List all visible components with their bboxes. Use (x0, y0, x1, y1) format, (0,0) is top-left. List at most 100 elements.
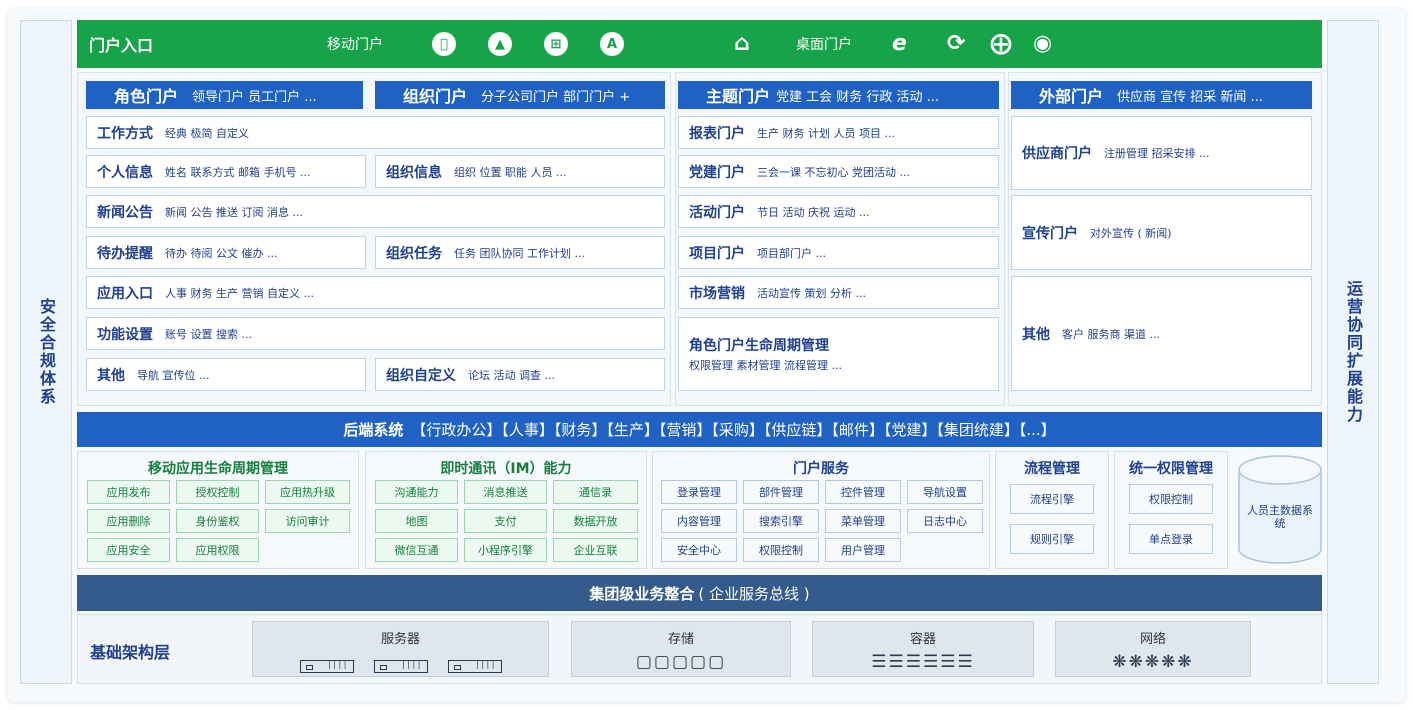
cube-icon: ▢▢▢▢▢ (635, 652, 727, 672)
row-title: 其他 (1022, 326, 1050, 343)
role-portal-header: 角色门户 领导门户 员工门户 ... (86, 81, 363, 109)
theme-portal-title: 主题门户 (706, 87, 771, 106)
permission-cell: 单点登录 (1129, 524, 1213, 554)
backend-systems-bar: 后端系统 【行政办公】【人事】【财务】【生产】【营销】【采购】【供应链】【邮件】… (77, 412, 1322, 447)
org-row: 组织自定义 论坛 活动 调查 ... (375, 358, 665, 391)
row-desc: 项目部门户 ... (757, 246, 826, 260)
row-desc: 节日 活动 庆祝 运动 ... (757, 205, 870, 219)
service-cell: 搜索引擎 (743, 509, 819, 533)
container-icon: ☰☰☰☰☰☰ (871, 652, 975, 672)
service-cell: 内容管理 (661, 509, 737, 533)
external-portal-header: 外部门户 供应商 宣传 招采 新闻 ... (1011, 81, 1312, 109)
service-cell: 安全中心 (661, 538, 737, 562)
operation-collab-label: 运营协同扩展能力 (1344, 280, 1363, 424)
row-desc: 经典 极简 自定义 (165, 126, 249, 140)
role-row: 个人信息 姓名 联系方式 邮箱 手机号 ... (86, 155, 366, 188)
role-row: 其他 导航 宣传位 ... (86, 358, 366, 391)
section-title: 即时通讯（IM）能力 (440, 461, 572, 477)
row-title: 新闻公告 (97, 204, 153, 221)
theme-portal-header: 主题门户 党建 工会 财务 行政 活动 ... (678, 81, 999, 109)
network-label: 网络 (1139, 632, 1166, 647)
service-cell: 菜单管理 (825, 509, 901, 533)
row-title: 应用入口 (97, 285, 153, 302)
row-desc: 姓名 联系方式 邮箱 手机号 ... (165, 165, 311, 179)
capability-cell: 支付 (464, 509, 547, 533)
row-title: 报表门户 (689, 125, 745, 142)
row-title: 工作方式 (97, 125, 153, 142)
role-row: 待办提醒 待办 待阅 公文 催办 ... (86, 236, 366, 269)
process-cell: 流程引擎 (1010, 484, 1094, 514)
theme-row: 党建门户 三会一课 不忘初心 党团活动 ... (678, 155, 999, 188)
row-title: 供应商门户 (1022, 146, 1092, 162)
row-desc: 对外宣传 ( 新闻) (1090, 226, 1172, 240)
service-cell: 权限控制 (743, 538, 819, 562)
portal-entry-bar: 门户入口 移动门户  ▲ ⊞ A ⌂ 桌面门户 e ⟳ ⨁ ◉ (77, 20, 1322, 68)
section-title: 门户服务 (793, 461, 849, 477)
service-cell: 日志中心 (907, 509, 983, 533)
server-label: 服务器 (380, 632, 420, 647)
row-title: 市场营销 (689, 285, 745, 302)
role-row: 功能设置 账号 设置 搜索 ... (86, 317, 665, 350)
container-label: 容器 (909, 632, 936, 647)
role-portal-title: 角色门户 (114, 87, 179, 106)
infrastructure-layer: 基础架构层 服务器 存储 ▢▢▢▢▢ 容器 ☰☰☰☰☰☰ 网络 ❋❋❋❋❋ (77, 614, 1322, 684)
org-row: 组织信息 组织 位置 职能 人员 ... (375, 155, 665, 188)
row-title: 个人信息 (97, 164, 153, 181)
ie-icon: e (892, 31, 907, 56)
row-title: 活动门户 (689, 204, 745, 221)
row-desc: 组织 位置 职能 人员 ... (454, 165, 567, 179)
home-icon: ⌂ (734, 31, 750, 56)
row-desc: 注册管理 招采安排 ... (1104, 147, 1210, 160)
capability-cell: 消息推送 (464, 480, 547, 504)
service-cell: 控件管理 (825, 480, 901, 504)
lifecycle-desc: 权限管理 素材管理 流程管理 ... (689, 359, 842, 372)
service-cell: 导航设置 (907, 480, 983, 504)
theme-row: 报表门户 生产 财务 计划 人员 项目 ... (678, 116, 999, 149)
capability-cell: 应用删除 (87, 509, 170, 533)
theme-portal-subtitle: 党建 工会 财务 行政 活动 ... (776, 89, 940, 105)
external-row: 宣传门户 对外宣传 ( 新闻) (1011, 195, 1312, 270)
row-desc: 活动宣传 策划 分析 ... (757, 286, 866, 300)
capability-cell: 授权控制 (176, 480, 259, 504)
external-row: 供应商门户 注册管理 招采安排 ... (1011, 116, 1312, 190)
role-row: 工作方式 经典 极简 自定义 (86, 116, 665, 149)
capability-cell: 小程序引擎 (464, 538, 547, 562)
capability-cell: 沟通能力 (375, 480, 458, 504)
row-desc: 导航 宣传位 ... (137, 368, 210, 382)
section-title: 统一权限管理 (1129, 461, 1213, 477)
process-section: 流程管理 流程引擎 规则引擎 (995, 451, 1109, 569)
role-row: 新闻公告 新闻 公告 推送 订阅 消息 ... (86, 195, 665, 228)
row-title: 待办提醒 (97, 245, 153, 262)
section-title: 移动应用生命周期管理 (148, 461, 288, 477)
row-desc: 三会一课 不忘初心 党团活动 ... (757, 165, 910, 179)
row-title: 组织信息 (386, 164, 442, 181)
apple-icon:  (432, 32, 456, 56)
row-title: 功能设置 (97, 326, 153, 343)
master-data-label: 人员主数据系统 (1247, 504, 1313, 530)
portal-service-section: 门户服务 登录管理 部件管理 控件管理 导航设置 内容管理 搜索引擎 菜单管理 … (652, 451, 990, 569)
app-store-icon: A (600, 32, 624, 56)
theme-row: 活动门户 节日 活动 庆祝 运动 ... (678, 195, 999, 228)
theme-row: 市场营销 活动宣传 策划 分析 ... (678, 276, 999, 309)
permission-section: 统一权限管理 权限控制 单点登录 (1114, 451, 1228, 569)
mobile-portal-label: 移动门户 (327, 37, 383, 53)
lifecycle-title: 角色门户生命周期管理 (689, 338, 829, 354)
capability-cell: 应用热升级 (265, 480, 350, 504)
external-portal-subtitle: 供应商 宣传 招采 新闻 ... (1117, 89, 1263, 105)
capability-cell: 通信录 (553, 480, 638, 504)
capability-cell: 微信互通 (375, 538, 458, 562)
integration-title: 集团级业务整合 (589, 584, 695, 603)
row-desc: 人事 财务 生产 营销 自定义 ... (165, 286, 314, 300)
row-title: 其他 (97, 367, 125, 384)
row-title: 项目门户 (689, 245, 745, 262)
mobile-lifecycle-section: 移动应用生命周期管理 应用发布 授权控制 应用热升级 应用删除 身份鉴权 访问审… (77, 451, 359, 569)
role-portal-subtitle: 领导门户 员工门户 ... (192, 89, 317, 105)
org-portal-header: 组织门户 分子公司门户 部门门户 + (375, 81, 665, 109)
org-row: 组织任务 任务 团队协同 工作计划 ... (375, 236, 665, 269)
capability-cell: 企业互联 (553, 538, 638, 562)
server-icon (253, 656, 548, 676)
desktop-portal-label: 桌面门户 (796, 37, 852, 53)
external-row: 其他 客户 服务商 渠道 ... (1011, 276, 1312, 391)
row-desc: 待办 待阅 公文 催办 ... (165, 246, 278, 260)
capability-cell: 应用安全 (87, 538, 170, 562)
